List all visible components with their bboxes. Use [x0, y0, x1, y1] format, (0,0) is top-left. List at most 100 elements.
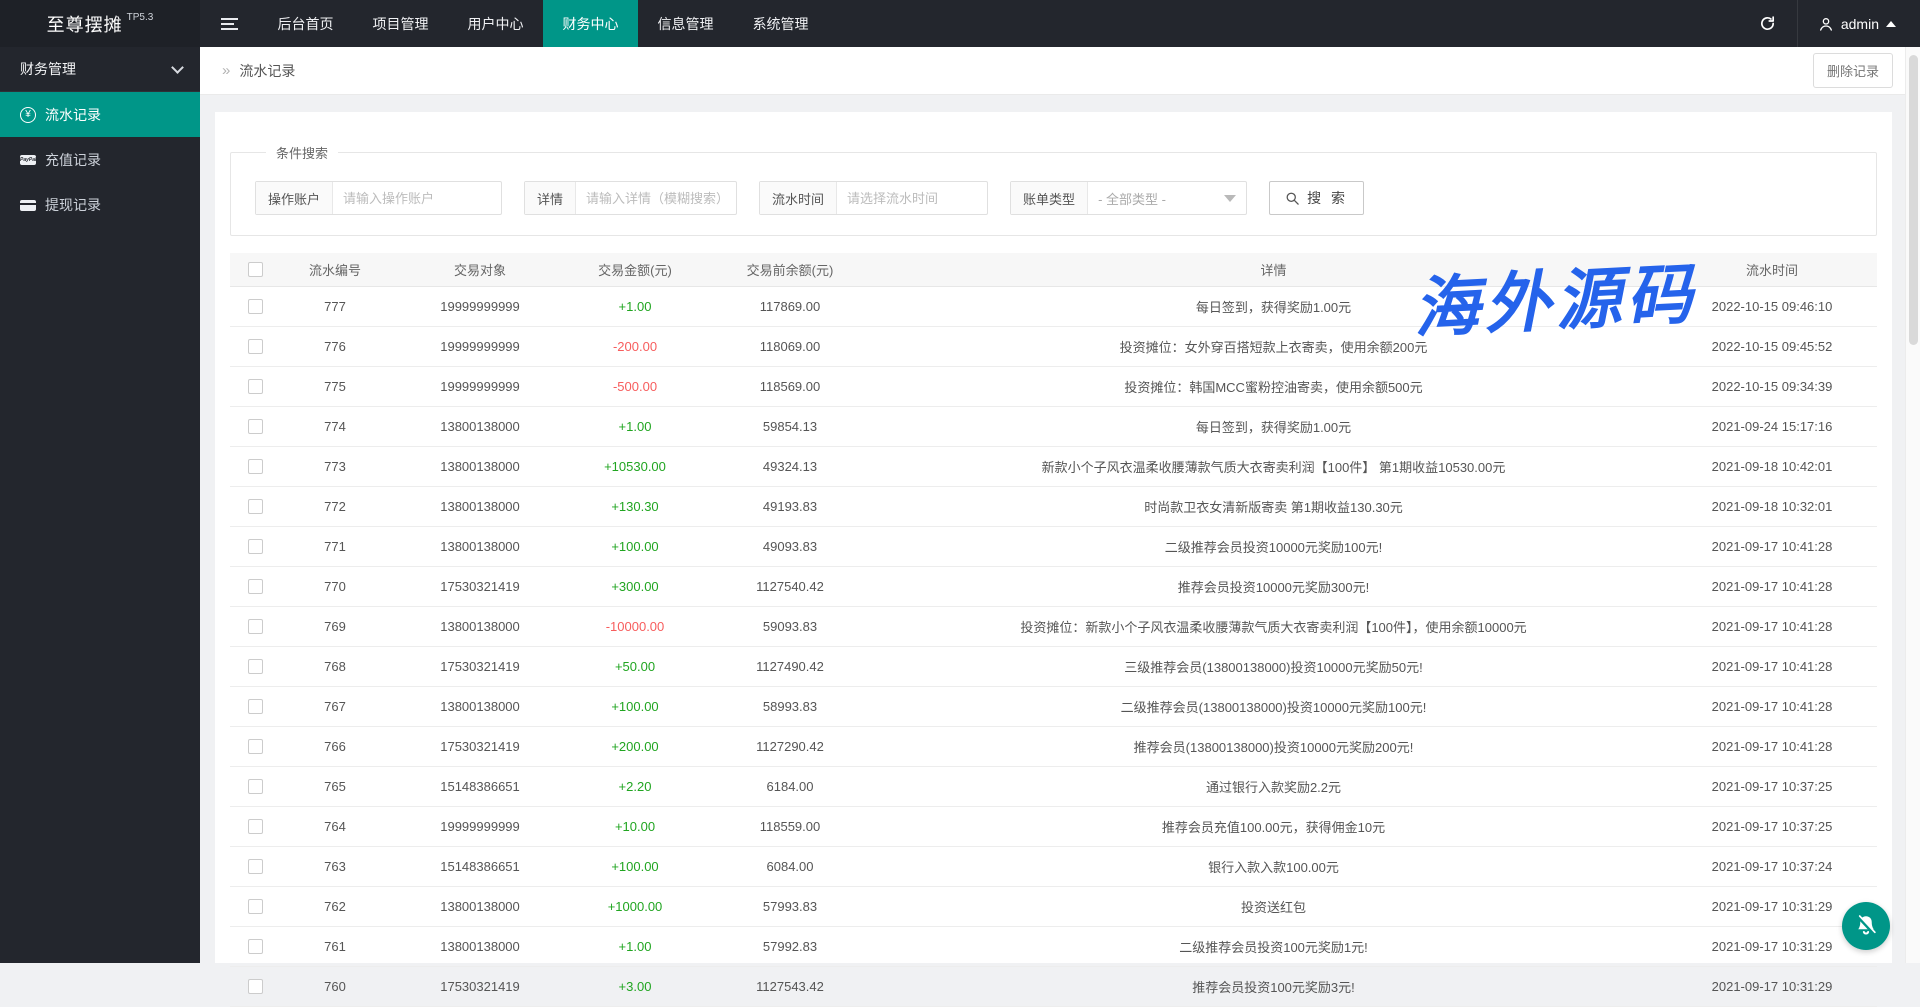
row-checkbox[interactable] [248, 539, 263, 554]
time-cell: 2021-09-17 10:37:25 [1667, 779, 1877, 794]
time-cell: 2022-10-15 09:34:39 [1667, 379, 1877, 394]
row-checkbox[interactable] [248, 939, 263, 954]
detail-input[interactable] [576, 182, 736, 214]
refresh-icon [1759, 15, 1776, 32]
sidebar-item-label: 流水记录 [45, 105, 101, 125]
detail-group: 详情 [524, 181, 737, 215]
top-menu-item[interactable]: 项目管理 [353, 0, 448, 47]
table-row: 764 19999999999 +10.00 118559.00 推荐会员充值1… [230, 807, 1877, 847]
sidebar-section-finance[interactable]: 财务管理 [0, 47, 200, 92]
top-menu-item[interactable]: 系统管理 [733, 0, 828, 47]
amount-cell: +3.00 [570, 979, 700, 994]
row-checkbox[interactable] [248, 739, 263, 754]
flow-time-input[interactable] [837, 182, 987, 214]
row-checkbox[interactable] [248, 379, 263, 394]
breadcrumb-bar: » 流水记录 删除记录 [200, 47, 1905, 95]
account-cell: 19999999999 [390, 339, 570, 354]
table-row: 760 17530321419 +3.00 1127543.42 推荐会员投资1… [230, 967, 1877, 1007]
account-cell: 17530321419 [390, 659, 570, 674]
sidebar-items: 流水记录 充值记录 提现记录 [0, 92, 200, 227]
top-menu-item-label: 系统管理 [753, 14, 809, 34]
table-row: 762 13800138000 +1000.00 57993.83 投资送红包 … [230, 887, 1877, 927]
row-checkbox[interactable] [248, 619, 263, 634]
flow-id-cell: 768 [280, 659, 390, 674]
time-cell: 2021-09-17 10:41:28 [1667, 619, 1877, 634]
time-cell: 2021-09-17 10:41:28 [1667, 739, 1877, 754]
amount-cell: +1.00 [570, 419, 700, 434]
account-cell: 13800138000 [390, 699, 570, 714]
top-menu-item-label: 用户中心 [468, 14, 524, 34]
user-icon [1818, 16, 1834, 32]
detail-cell: 推荐会员投资100元奖励3元! [880, 977, 1667, 996]
account-cell: 15148386651 [390, 859, 570, 874]
row-checkbox[interactable] [248, 659, 263, 674]
delete-records-button[interactable]: 删除记录 [1813, 53, 1893, 88]
detail-cell: 投资送红包 [880, 897, 1667, 916]
amount-cell: +10530.00 [570, 459, 700, 474]
detail-label: 详情 [525, 182, 576, 214]
amount-cell: +1.00 [570, 299, 700, 314]
search-button[interactable]: 搜 索 [1269, 181, 1364, 215]
table-row: 763 15148386651 +100.00 6084.00 银行入款入款10… [230, 847, 1877, 887]
top-menu-item[interactable]: 后台首页 [258, 0, 353, 47]
vertical-scrollbar[interactable] [1905, 47, 1920, 963]
account-cell: 17530321419 [390, 979, 570, 994]
top-menu-item[interactable]: 用户中心 [448, 0, 543, 47]
select-all-checkbox[interactable] [248, 262, 263, 277]
row-checkbox[interactable] [248, 699, 263, 714]
bill-type-select[interactable]: - 全部类型 - [1088, 182, 1246, 214]
table-row: 774 13800138000 +1.00 59854.13 每日签到，获得奖励… [230, 407, 1877, 447]
detail-cell: 投资摊位：新款小个子风衣温柔收腰薄款气质大衣寄卖利润【100件】，使用余额100… [880, 617, 1667, 636]
amount-cell: +130.30 [570, 499, 700, 514]
account-cell: 13800138000 [390, 459, 570, 474]
row-checkbox[interactable] [248, 499, 263, 514]
balance-cell: 6184.00 [700, 779, 880, 794]
row-checkbox[interactable] [248, 779, 263, 794]
time-cell: 2021-09-17 10:41:28 [1667, 659, 1877, 674]
amount-cell: -500.00 [570, 379, 700, 394]
search-icon [1285, 191, 1300, 206]
time-cell: 2021-09-17 10:31:29 [1667, 979, 1877, 994]
sidebar-item-icon [20, 107, 36, 123]
detail-cell: 推荐会员(13800138000)投资10000元奖励200元! [880, 737, 1667, 756]
sidebar-item[interactable]: 流水记录 [0, 92, 200, 137]
username: admin [1841, 16, 1879, 32]
detail-cell: 新款小个子风衣温柔收腰薄款气质大衣寄卖利润【100件】 第1期收益10530.0… [880, 457, 1667, 476]
operator-account-group: 操作账户 [255, 181, 502, 215]
sidebar-item[interactable]: 充值记录 [0, 137, 200, 182]
flow-id-cell: 766 [280, 739, 390, 754]
content-card: 条件搜索 操作账户 详情 流水时间 账单类型 - 全部类型 [215, 112, 1892, 963]
amount-cell: +200.00 [570, 739, 700, 754]
user-menu[interactable]: admin [1798, 0, 1920, 47]
flow-time-group: 流水时间 [759, 181, 988, 215]
table-row: 777 19999999999 +1.00 117869.00 每日签到，获得奖… [230, 287, 1877, 327]
row-checkbox[interactable] [248, 299, 263, 314]
row-checkbox[interactable] [248, 459, 263, 474]
detail-cell: 时尚款卫衣女清新版寄卖 第1期收益130.30元 [880, 497, 1667, 516]
row-checkbox[interactable] [248, 419, 263, 434]
row-checkbox[interactable] [248, 979, 263, 994]
flow-id-cell: 770 [280, 579, 390, 594]
flow-id-cell: 769 [280, 619, 390, 634]
col-balance: 交易前余额(元) [700, 260, 880, 279]
account-cell: 13800138000 [390, 539, 570, 554]
scrollbar-thumb[interactable] [1909, 55, 1918, 345]
row-checkbox[interactable] [248, 579, 263, 594]
sidebar-item[interactable]: 提现记录 [0, 182, 200, 227]
hamburger-icon [221, 18, 238, 30]
refresh-button[interactable] [1739, 0, 1797, 47]
table-row: 773 13800138000 +10530.00 49324.13 新款小个子… [230, 447, 1877, 487]
operator-account-input[interactable] [333, 182, 501, 214]
sidebar-toggle-button[interactable] [200, 0, 258, 47]
flow-id-cell: 762 [280, 899, 390, 914]
row-checkbox[interactable] [248, 859, 263, 874]
top-menu-item[interactable]: 信息管理 [638, 0, 733, 47]
row-checkbox[interactable] [248, 339, 263, 354]
balance-cell: 6084.00 [700, 859, 880, 874]
row-checkbox[interactable] [248, 819, 263, 834]
row-checkbox[interactable] [248, 899, 263, 914]
notification-fab-button[interactable] [1842, 902, 1890, 950]
table-row: 765 15148386651 +2.20 6184.00 通过银行入款奖励2.… [230, 767, 1877, 807]
search-button-label: 搜 索 [1307, 188, 1348, 208]
top-menu-item[interactable]: 财务中心 [543, 0, 638, 47]
